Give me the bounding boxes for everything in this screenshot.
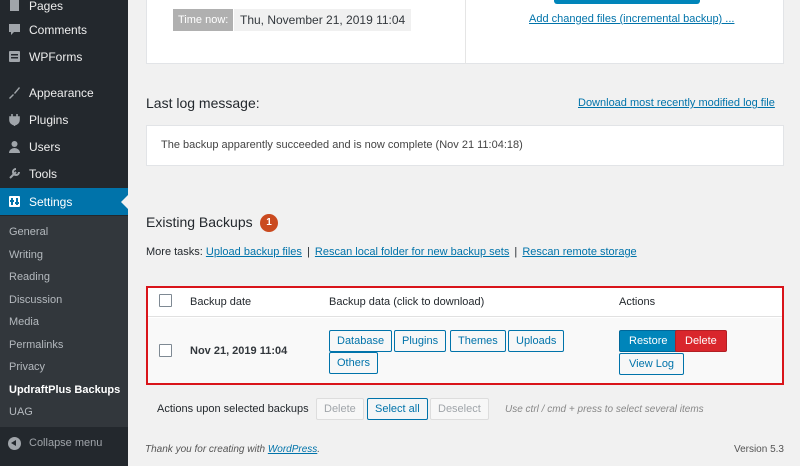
collapse-menu-button[interactable]: Collapse menu [0, 432, 128, 454]
incremental-backup-link[interactable]: Add changed files (incremental backup) .… [529, 13, 734, 25]
deselect-button[interactable]: Deselect [430, 398, 489, 420]
footer-thanks: Thank you for creating with WordPress. [145, 444, 320, 455]
rescan-local-link[interactable]: Rescan local folder for new backup sets [315, 246, 509, 258]
existing-backups-table: Backup date Backup data (click to downlo… [146, 286, 784, 385]
selection-hint: Use ctrl / cmd + press to select several… [505, 404, 704, 415]
download-plugins-button[interactable]: Plugins [394, 330, 447, 352]
view-log-button[interactable]: View Log [619, 353, 685, 375]
download-log-link[interactable]: Download most recently modified log file [578, 97, 775, 109]
menu-item-comments[interactable]: Comments [0, 16, 128, 43]
admin-sidebar: Pages Comments WPForms Appearance Plugin… [0, 0, 128, 466]
tools-icon [7, 166, 22, 181]
time-now-value: Thu, November 21, 2019 11:04 [234, 9, 412, 31]
delete-button[interactable]: Delete [675, 330, 727, 352]
backup-now-button[interactable] [554, 0, 700, 4]
menu-label-tools: Tools [29, 166, 58, 181]
more-tasks-line: More tasks: Upload backup files | Rescan… [146, 246, 637, 258]
settings-icon [7, 194, 22, 209]
task-separator: | [514, 246, 518, 258]
plugins-icon [7, 112, 22, 127]
log-message-box: The backup apparently succeeded and is n… [146, 125, 784, 166]
appearance-icon [7, 85, 22, 100]
select-all-button[interactable]: Select all [367, 398, 428, 420]
card-divider [465, 0, 466, 64]
wordpress-link[interactable]: WordPress [268, 444, 317, 455]
submenu-uag[interactable]: UAG [9, 406, 33, 418]
task-separator: | [307, 246, 310, 258]
menu-label-comments: Comments [29, 22, 88, 37]
footer-thanks-prefix: Thank you for creating with [145, 444, 268, 455]
menu-label-wpforms: WPForms [29, 49, 83, 64]
menu-label-pages: Pages [29, 0, 64, 13]
submenu-reading[interactable]: Reading [9, 271, 50, 283]
footer-thanks-suffix: . [317, 444, 321, 455]
row-checkbox[interactable] [159, 344, 172, 357]
header-actions: Actions [619, 296, 656, 308]
menu-label-appearance: Appearance [29, 85, 94, 100]
menu-label-plugins: Plugins [29, 112, 69, 127]
backup-status-card: Time now: Thu, November 21, 2019 11:04 A… [146, 0, 784, 64]
comments-icon [7, 22, 22, 37]
more-tasks-label: More tasks: [146, 246, 203, 258]
collapse-menu-label: Collapse menu [29, 437, 103, 449]
submenu-updraftplus-backups[interactable]: UpdraftPlus Backups [9, 384, 120, 396]
download-others-button[interactable]: Others [329, 352, 379, 374]
menu-item-appearance[interactable]: Appearance [0, 79, 128, 106]
menu-item-settings[interactable]: Settings [0, 188, 128, 215]
rescan-remote-link[interactable]: Rescan remote storage [522, 246, 636, 258]
menu-label-settings: Settings [29, 194, 73, 209]
upload-backup-files-link[interactable]: Upload backup files [206, 246, 302, 258]
menu-item-plugins[interactable]: Plugins [0, 106, 128, 133]
submenu-privacy[interactable]: Privacy [9, 361, 45, 373]
delete-selected-button[interactable]: Delete [316, 398, 364, 420]
backup-count-badge: 1 [260, 214, 278, 232]
backup-date-cell: Nov 21, 2019 11:04 [190, 345, 288, 357]
submenu-discussion[interactable]: Discussion [9, 294, 62, 306]
users-icon [7, 139, 22, 154]
submenu-permalinks[interactable]: Permalinks [9, 339, 63, 351]
submenu-writing[interactable]: Writing [9, 249, 43, 261]
settings-submenu: General Writing Reading Discussion Media… [0, 216, 128, 427]
log-message-text: The backup apparently succeeded and is n… [161, 139, 523, 151]
time-now-label: Time now: [173, 9, 234, 31]
footer-version: Version 5.3 [733, 444, 784, 455]
submenu-media[interactable]: Media [9, 316, 39, 328]
download-database-button[interactable]: Database [329, 330, 393, 352]
existing-backups-heading: Existing Backups [146, 214, 253, 230]
header-backup-date: Backup date [190, 296, 252, 308]
last-log-heading: Last log message: [146, 95, 260, 111]
menu-label-users: Users [29, 139, 61, 154]
restore-button[interactable]: Restore [619, 330, 678, 352]
selected-actions-label: Actions upon selected backups [157, 403, 309, 415]
collapse-icon [8, 436, 21, 450]
menu-item-wpforms[interactable]: WPForms [0, 43, 128, 70]
select-all-checkbox[interactable] [159, 294, 172, 307]
menu-item-tools[interactable]: Tools [0, 160, 128, 187]
wpforms-icon [7, 49, 22, 64]
table-header-row: Backup date Backup data (click to downlo… [148, 288, 782, 317]
download-uploads-button[interactable]: Uploads [508, 330, 565, 352]
header-backup-data: Backup data (click to download) [329, 296, 485, 308]
pages-icon [7, 0, 22, 13]
submenu-general[interactable]: General [9, 226, 48, 238]
table-row: Nov 21, 2019 11:04 Database Plugins Them… [148, 318, 782, 383]
download-themes-button[interactable]: Themes [450, 330, 506, 352]
menu-item-users[interactable]: Users [0, 133, 128, 160]
